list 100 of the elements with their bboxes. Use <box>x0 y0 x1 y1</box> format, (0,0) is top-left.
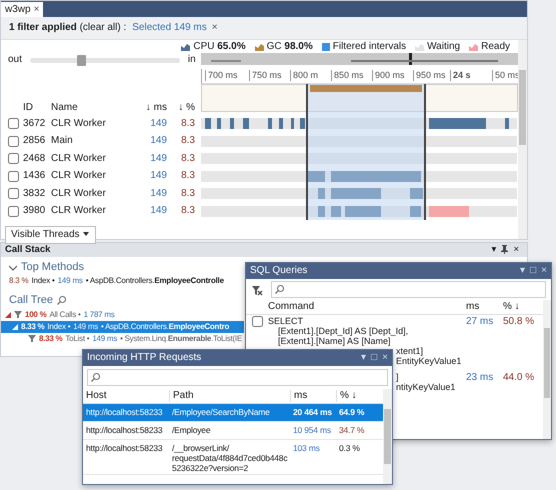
thread-name: CLR Worker <box>51 118 107 130</box>
percent: 8.33 % <box>39 334 62 344</box>
thread-id: 3832 <box>22 188 46 200</box>
duration: 149 ms <box>58 276 83 286</box>
query-ms: 23 ms <box>466 372 494 383</box>
query-percent: 50.8 % <box>503 316 534 327</box>
zoom-in-label: in <box>188 54 196 66</box>
thread-percent: 8.3 <box>180 152 196 165</box>
thread-checkbox[interactable] <box>8 118 18 130</box>
dropdown-button[interactable]: ▾ <box>520 265 526 277</box>
close-button[interactable]: × <box>513 244 519 256</box>
clear-filter-icon <box>251 284 263 296</box>
thread-checkbox[interactable] <box>8 153 18 164</box>
scrollbar[interactable] <box>383 389 392 484</box>
sql-text: [Extent1].[Dept_Id] AS [Dept_Id], <box>278 326 408 336</box>
method-name: ToList • <box>65 334 90 344</box>
request-percent: 34.7 % <box>339 425 364 435</box>
percent: 8.33 % <box>21 322 44 332</box>
slider-thumb[interactable] <box>76 54 86 66</box>
thread-checkbox[interactable] <box>8 136 18 147</box>
column-header[interactable]: ID <box>21 102 51 114</box>
window-title: SQL Queries <box>250 265 308 277</box>
sql-text: SELECT <box>268 316 304 326</box>
search-field[interactable] <box>271 281 546 298</box>
section-title[interactable]: Call Tree <box>9 294 54 307</box>
remove-filter-button[interactable]: × <box>212 23 218 33</box>
panel-title: Call Stack <box>5 244 50 256</box>
scrollbar[interactable] <box>543 300 551 439</box>
search-icon <box>91 373 100 382</box>
thread-name: CLR Worker <box>51 188 107 200</box>
filter-label: Selected 149 ms <box>132 22 207 34</box>
legend-label: Filtered intervals <box>332 41 406 53</box>
column-header[interactable]: ms <box>290 390 336 402</box>
visible-threads-dropdown[interactable]: Visible Threads <box>5 226 96 244</box>
dropdown-button[interactable]: ▾ <box>361 352 366 364</box>
column-header[interactable]: Command <box>268 301 466 313</box>
query-ms: 27 ms <box>466 316 494 327</box>
call-tree-row[interactable]: 8.33 % ToList • 149 ms • System.Linq.Enumerable.ToList(IE <box>1 332 244 345</box>
maximize-button[interactable]: □ <box>371 352 378 364</box>
thread-percent: 8.3 <box>180 170 196 182</box>
method-name: Index • <box>47 322 70 332</box>
query-percent: 44.0 % <box>503 372 534 383</box>
column-header[interactable]: ↓ ms <box>139 102 167 114</box>
thread-ms: 149 <box>149 188 167 200</box>
path-text: /Employee/SearchByName <box>172 407 271 418</box>
close-button[interactable]: × <box>541 265 547 277</box>
request-percent: 0.3 % <box>339 443 360 453</box>
ruler-label: 24 s <box>450 70 471 81</box>
ruler-label: 850 ms <box>331 70 364 81</box>
search-icon <box>57 296 66 305</box>
thread-checkbox[interactable] <box>8 170 18 182</box>
maximize-button[interactable]: □ <box>530 265 536 277</box>
column-header[interactable]: % ↓ <box>336 390 378 402</box>
window-title: Incoming HTTP Requests <box>87 352 202 364</box>
duration: 1 787 ms <box>84 310 115 320</box>
caret-icon <box>82 232 90 236</box>
thread-name: CLR Worker <box>51 152 107 165</box>
column-header[interactable]: ↓ % <box>167 102 197 114</box>
column-header[interactable]: ms <box>466 301 503 313</box>
pin-icon <box>501 245 508 254</box>
close-button[interactable]: × <box>34 4 40 14</box>
percent: 8.3 % <box>9 276 28 286</box>
column-header[interactable]: Host <box>83 390 169 402</box>
sql-text: [Extent1].[Name] AS [Name] <box>278 336 391 346</box>
request-row[interactable]: http://localhost:58233 /Employee/SearchByName 20 464 ms 64.9 % <box>83 404 383 422</box>
selection-range[interactable] <box>306 84 426 220</box>
host-text: http://localhost:58233 <box>86 425 162 435</box>
thread-checkbox[interactable] <box>8 188 18 200</box>
ruler-label: 700 ms <box>205 70 238 81</box>
call-tree-row[interactable]: 8.33 % Index • 149 ms • AspDB.Controllers.EmployeeContro <box>1 320 244 333</box>
search-field[interactable] <box>87 369 388 386</box>
document-tab[interactable]: w3wp × <box>1 2 44 17</box>
clear-all-link[interactable]: clear all <box>82 22 118 33</box>
method-name: • AspDB.Controllers.EmployeeControlle <box>86 276 224 286</box>
thread-percent: 8.3 <box>180 188 196 200</box>
host-text: http://localhost:58233 <box>86 443 162 453</box>
thread-ms: 149 <box>149 205 167 218</box>
thread-checkbox[interactable] <box>8 206 18 217</box>
thread-percent: 8.3 <box>180 118 196 130</box>
thread-name: Main <box>51 135 74 148</box>
tab-label[interactable]: w3wp <box>5 4 31 16</box>
dropdown-button[interactable]: ▾ <box>491 244 496 256</box>
thread-id: 3672 <box>22 118 46 130</box>
section-title[interactable]: Top Methods <box>21 261 84 274</box>
column-header[interactable]: Path <box>169 390 290 402</box>
duration: 149 ms <box>73 322 98 332</box>
thread-id: 2856 <box>22 135 46 148</box>
column-header[interactable]: Name <box>51 102 139 114</box>
query-checkbox[interactable] <box>252 316 263 327</box>
call-tree-row[interactable]: 100 % All Calls • 1 787 ms <box>1 308 244 321</box>
filter-summary: 1 filter applied (clear all) : <box>9 22 126 34</box>
thread-name: CLR Worker <box>51 170 107 182</box>
request-row[interactable]: http://localhost:58233 /Employee 10 954 ms 34.7 % <box>83 422 383 440</box>
column-header[interactable]: % ↓ <box>503 301 543 313</box>
close-button[interactable]: × <box>382 352 388 364</box>
scrollbar[interactable] <box>518 40 527 239</box>
thread-ms: 149 <box>149 118 167 130</box>
legend-label: Waiting <box>427 41 460 53</box>
thread-id: 1436 <box>22 170 46 182</box>
sql-text: EntityKeyValue1 <box>396 356 462 366</box>
